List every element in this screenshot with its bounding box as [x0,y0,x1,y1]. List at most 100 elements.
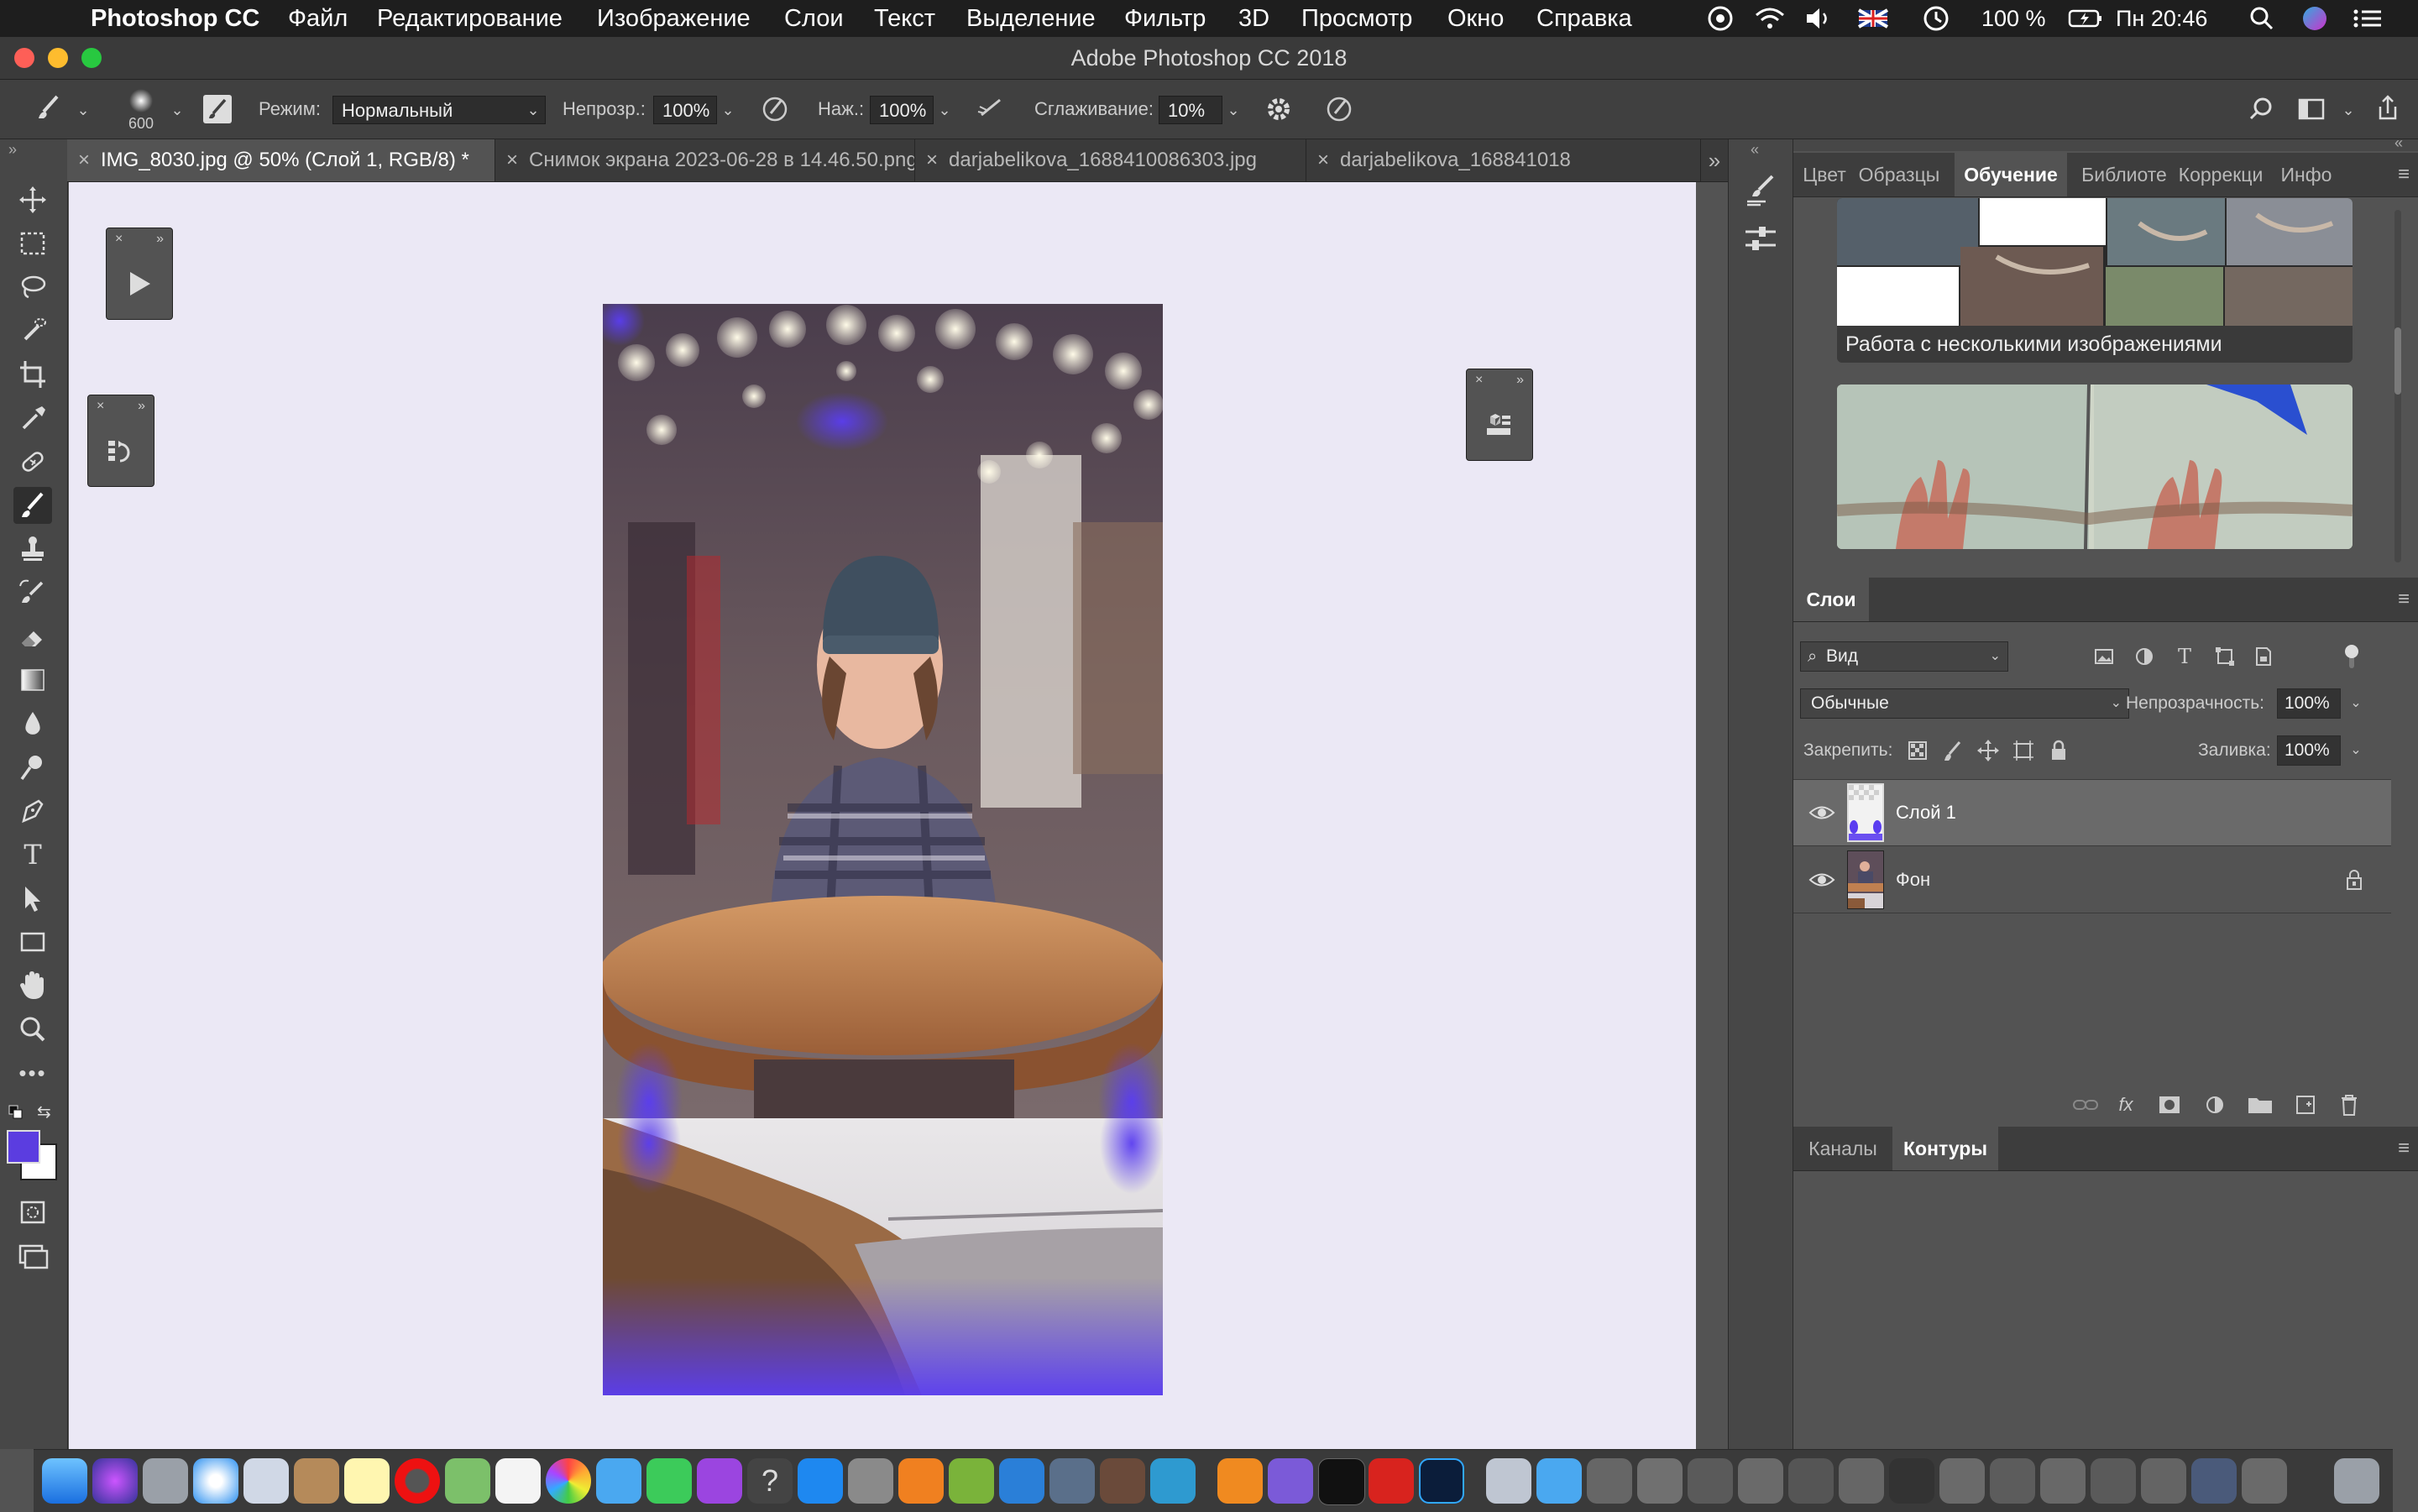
lasso-tool-icon[interactable] [13,269,52,306]
learn-card[interactable]: Работа с несколькими изображениями [1837,198,2353,363]
pressure-chevron-icon[interactable]: ⌄ [934,96,955,124]
tab-libraries[interactable]: Библиоте [2079,153,2169,196]
blend-mode-select[interactable]: Обычные ⌄ [1800,688,2129,719]
android-studio-icon[interactable] [949,1458,994,1504]
symmetry-pressure-icon[interactable] [1320,90,1358,128]
menu-image[interactable]: Изображение [597,0,751,37]
panel-menu-icon[interactable]: ≡ [2398,153,2410,196]
pressure-opacity-icon[interactable] [756,90,794,128]
finder-icon[interactable] [42,1458,87,1504]
rectangle-tool-icon[interactable] [13,923,52,960]
layer-row-background[interactable]: Фон [1793,847,2391,913]
expand-icon[interactable]: » [1516,369,1524,391]
tab-channels[interactable]: Каналы [1793,1127,1892,1170]
books-icon[interactable] [898,1458,944,1504]
collapse-strip-icon[interactable]: « [1751,139,1759,160]
menu-file[interactable]: Файл [288,0,348,37]
canvas-area[interactable]: ×» ×» ×» [69,182,1696,1450]
share-icon[interactable] [2368,90,2406,128]
clone-stamp-tool-icon[interactable] [13,531,52,568]
layer-name[interactable]: Слой 1 [1896,780,1956,845]
eraser-tool-icon[interactable] [13,618,52,655]
dock-window-thumbnail[interactable] [1738,1458,1783,1504]
path-selection-tool-icon[interactable] [13,880,52,917]
wifi-icon[interactable] [1753,0,1787,37]
opera-icon[interactable] [395,1458,440,1504]
new-group-icon[interactable] [2243,1090,2277,1120]
trash-icon[interactable] [2334,1458,2379,1504]
menu-filter[interactable]: Фильтр [1124,0,1206,37]
hand-tool-icon[interactable] [13,967,52,1004]
swap-colors-icon[interactable]: ⇆ [37,1101,55,1122]
safari-icon[interactable] [193,1458,238,1504]
delete-layer-icon[interactable] [2332,1090,2366,1120]
learn-scrollbar-thumb[interactable] [2394,327,2401,395]
dock-window-thumbnail[interactable] [1688,1458,1733,1504]
brush-picker-chevron-icon[interactable]: ⌄ [166,96,188,124]
tab-layers[interactable]: Слои [1793,578,1869,621]
more-tools-icon[interactable]: ••• [13,1054,52,1091]
reminders-icon[interactable] [495,1458,541,1504]
viber-icon[interactable] [1268,1458,1313,1504]
tab-info[interactable]: Инфо [2270,153,2342,196]
panel-menu-icon[interactable]: ≡ [2398,578,2410,621]
search-icon[interactable] [2242,90,2280,128]
filter-adjustment-icon[interactable] [2128,641,2161,672]
quick-mask-icon[interactable] [13,1194,52,1231]
close-tab-icon[interactable]: × [1306,139,1340,181]
keyboard-flag-icon[interactable] [1857,0,1889,37]
unknown-app-icon[interactable] [1150,1458,1196,1504]
dock-window-thumbnail[interactable] [1788,1458,1834,1504]
close-tab-icon[interactable]: × [495,139,529,181]
brush-tool-icon[interactable] [30,90,67,128]
lock-all-icon[interactable] [2045,737,2072,764]
layer-name[interactable]: Фон [1896,847,1930,913]
panel-menu-icon[interactable]: ≡ [2398,1127,2410,1170]
lock-transparent-pixels-icon[interactable] [1904,737,1931,764]
filter-shape-icon[interactable] [2208,641,2242,672]
close-icon[interactable]: × [97,395,104,417]
menu-help[interactable]: Справка [1536,0,1632,37]
battery-icon[interactable] [2067,0,2104,37]
dock-window-thumbnail[interactable] [2040,1458,2086,1504]
type-tool-icon[interactable]: T [13,836,52,873]
layer-opacity-chevron-icon[interactable]: ⌄ [2344,688,2368,719]
sequel-icon[interactable] [1100,1458,1145,1504]
dock-window-thumbnail[interactable] [1587,1458,1632,1504]
brush-presets-panel-icon[interactable] [1740,220,1781,260]
dock-window-thumbnail[interactable] [1839,1458,1884,1504]
tab-adjustments[interactable]: Коррекци [2176,153,2265,196]
properties-icon[interactable] [1484,410,1514,444]
learn-scrollbar[interactable] [2394,210,2401,562]
move-tool-icon[interactable] [13,181,52,218]
add-mask-icon[interactable] [2153,1090,2186,1120]
layer-filter-select[interactable]: ⌕ Вид ⌄ [1800,641,2008,672]
spotlight-icon[interactable] [2247,0,2277,37]
lock-image-pixels-icon[interactable] [1939,737,1966,764]
photoshop-icon[interactable] [1419,1458,1464,1504]
menu-select[interactable]: Выделение [966,0,1096,37]
history-brush-tool-icon[interactable] [13,574,52,611]
zoom-tool-icon[interactable] [13,1011,52,1048]
clock[interactable]: Пн 20:46 [2116,0,2207,37]
dock-window-thumbnail[interactable] [1939,1458,1985,1504]
new-adjustment-layer-icon[interactable] [2198,1090,2232,1120]
tab-learn[interactable]: Обучение [1955,153,2067,196]
pressure-input[interactable]: 100% [870,96,934,124]
tab-darjabelikova-1[interactable]: × darjabelikova_1688410086303.jpg [915,139,1306,181]
filter-type-icon[interactable]: T [2168,641,2201,672]
screen-mode-icon[interactable] [13,1237,52,1274]
opacity-input[interactable]: 100% [653,96,717,124]
siri-dock-icon[interactable] [92,1458,138,1504]
notes-icon[interactable] [344,1458,390,1504]
link-layers-icon[interactable] [2069,1090,2102,1120]
new-layer-icon[interactable] [2289,1090,2322,1120]
eye-icon[interactable] [1808,867,1835,892]
tab-screenshot[interactable]: × Снимок экрана 2023-06-28 в 14.46.50.png [495,139,915,181]
tab-color[interactable]: Цвет [1793,153,1855,196]
sublime-text-icon[interactable] [1217,1458,1263,1504]
close-icon[interactable]: × [115,228,123,250]
terminal-icon[interactable] [1318,1458,1365,1505]
workspace-icon[interactable] [2292,90,2331,128]
close-tab-icon[interactable]: × [67,139,101,181]
